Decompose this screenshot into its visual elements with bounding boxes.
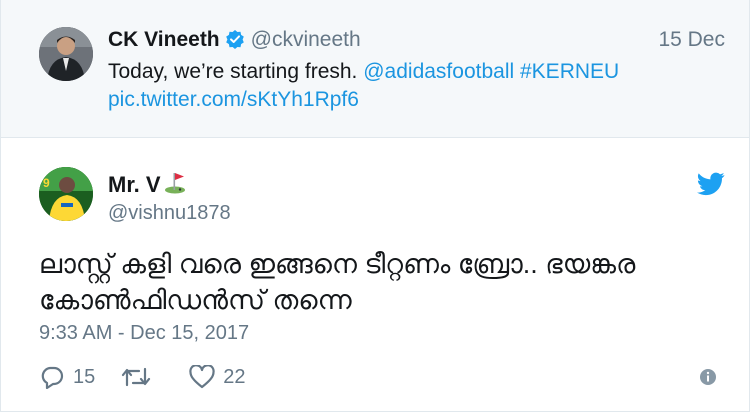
parent-tweet-header: CK Vineeth @ckvineeth [108,27,361,56]
parent-avatar[interactable] [39,27,93,81]
parent-avatar-photo [39,27,93,81]
reply-icon [39,365,65,389]
author-avatar-photo: 9 [39,167,93,221]
parent-author-name[interactable]: CK Vineeth [108,28,220,51]
like-count: 22 [223,365,246,388]
tweet-timestamp[interactable]: 9:33 AM - Dec 15, 2017 [39,321,249,345]
parent-tweet-text: Today, we’re starting fresh. @adidasfoot… [108,58,708,114]
reply-button[interactable]: 15 [39,365,95,389]
retweet-button[interactable] [121,365,151,389]
author-handle[interactable]: @vishnu1878 [108,201,231,225]
parent-tweet-body: Today, we’re starting fresh. [108,60,358,83]
author-name[interactable]: Mr. V [108,170,187,200]
info-icon[interactable] [699,368,717,386]
tweet-text: ലാസ്റ്റ് കളി വരെ ഇങ്ങനെ ടീറ്റണം ബ്രോ.. ഭ… [39,249,636,315]
twitter-bird-icon[interactable] [697,172,725,196]
like-button[interactable]: 22 [189,365,246,389]
mention-link[interactable]: @adidasfootball [363,60,514,83]
svg-text:9: 9 [43,176,50,190]
hashtag-link[interactable]: #KERNEU [520,60,619,83]
like-heart-icon [189,365,215,389]
pic-link[interactable]: pic.twitter.com/sKtYh1Rpf6 [108,88,359,111]
author-name-text: Mr. V [108,172,161,197]
embedded-tweet-card: CK Vineeth @ckvineeth 15 Dec Today, we’re… [0,0,750,412]
parent-tweet-date[interactable]: 15 Dec [658,27,725,53]
retweet-icon [121,365,151,389]
verified-badge-icon [225,29,245,56]
tweet-actions: 15 22 [39,363,246,391]
parent-tweet[interactable]: CK Vineeth @ckvineeth 15 Dec Today, we’re… [1,0,749,138]
author-avatar[interactable]: 9 [39,167,93,221]
reply-count: 15 [73,365,96,388]
parent-author-handle[interactable]: @ckvineeth [251,28,361,51]
golf-flag-emoji [163,170,187,200]
